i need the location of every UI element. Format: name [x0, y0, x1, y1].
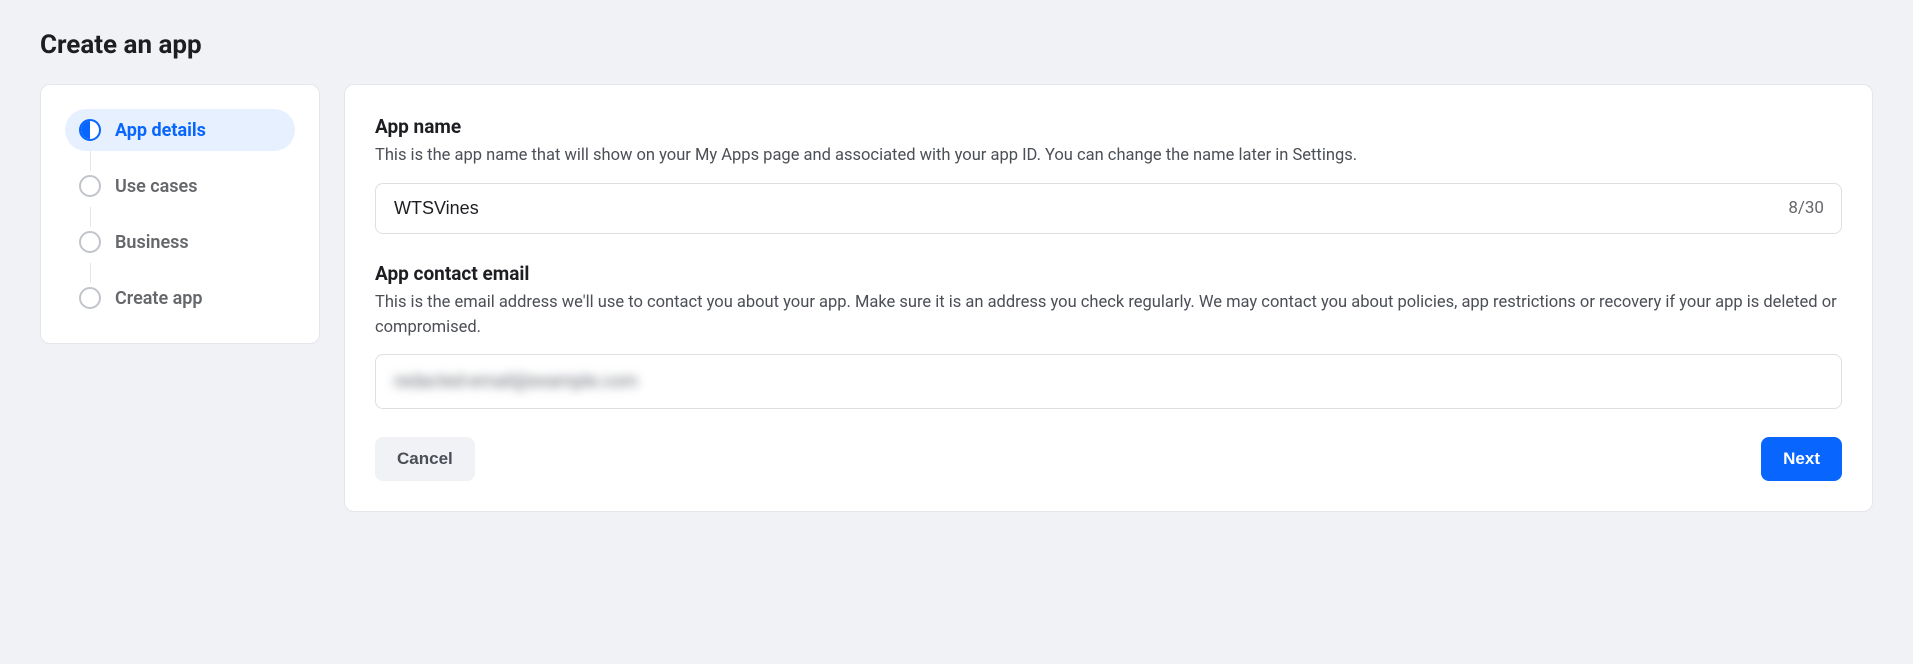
contact-email-input[interactable]: redacted-email@example.com [375, 354, 1842, 409]
step-label: App details [115, 120, 206, 141]
step-label: Business [115, 232, 189, 253]
empty-circle-icon [79, 287, 101, 309]
step-label: Use cases [115, 176, 198, 197]
empty-circle-icon [79, 175, 101, 197]
contact-email-group: App contact email This is the email addr… [375, 262, 1842, 410]
app-name-input-wrap: 8/30 [375, 183, 1842, 234]
step-create-app[interactable]: Create app [65, 277, 295, 319]
next-button[interactable]: Next [1761, 437, 1842, 481]
page-title: Create an app [40, 30, 1873, 60]
app-name-description: This is the app name that will show on y… [375, 144, 1842, 169]
button-row: Cancel Next [375, 437, 1842, 481]
app-name-title: App name [375, 115, 1842, 138]
app-name-input[interactable] [375, 183, 1842, 234]
step-label: Create app [115, 288, 203, 309]
content-wrap: App details Use cases Business Create ap… [40, 84, 1873, 512]
step-business[interactable]: Business [65, 221, 295, 263]
main-panel: App name This is the app name that will … [344, 84, 1873, 512]
half-circle-icon [79, 119, 101, 141]
empty-circle-icon [79, 231, 101, 253]
step-use-cases[interactable]: Use cases [65, 165, 295, 207]
step-app-details[interactable]: App details [65, 109, 295, 151]
app-name-group: App name This is the app name that will … [375, 115, 1842, 234]
cancel-button[interactable]: Cancel [375, 437, 475, 481]
steps-sidebar: App details Use cases Business Create ap… [40, 84, 320, 344]
contact-email-title: App contact email [375, 262, 1842, 285]
contact-email-value: redacted-email@example.com [394, 369, 1823, 394]
contact-email-description: This is the email address we'll use to c… [375, 291, 1842, 341]
char-counter: 8/30 [1788, 198, 1824, 218]
